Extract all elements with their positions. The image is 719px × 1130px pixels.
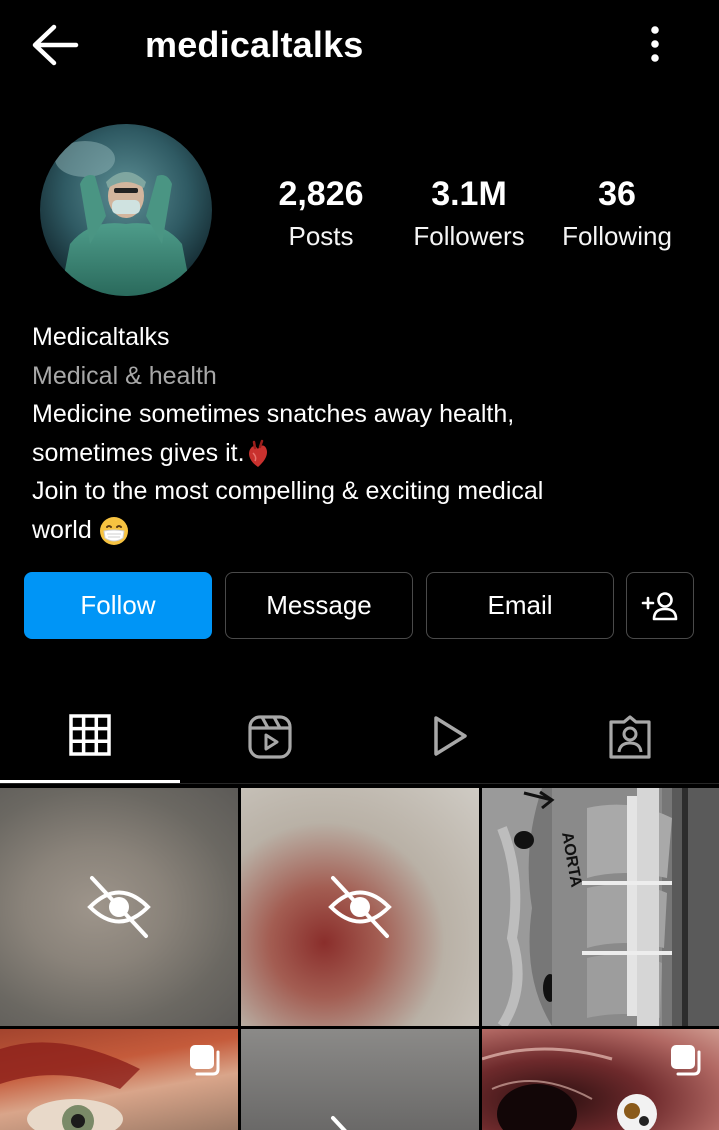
bio-line-2-wrap: sometimes gives it. (32, 434, 692, 473)
tab-reels[interactable] (180, 694, 360, 784)
hidden-content-icon (87, 876, 151, 938)
following-label: Following (562, 221, 672, 251)
profile-username: medicaltalks (145, 24, 364, 65)
bio-line-1: Medicine sometimes snatches away health, (32, 400, 515, 428)
tab-videos[interactable] (360, 694, 540, 784)
followers-label: Followers (413, 221, 525, 251)
posts-label: Posts (288, 221, 354, 251)
following-stat[interactable]: 36 Following (552, 172, 682, 256)
reels-icon (248, 715, 292, 759)
add-person-icon (641, 591, 678, 620)
following-count: 36 (598, 175, 636, 213)
bio-line-4-wrap: world (32, 511, 692, 550)
tab-tagged[interactable] (540, 694, 719, 784)
bio-line-4: world (32, 515, 92, 544)
message-button[interactable]: Message (225, 572, 413, 639)
bio-line-2: sometimes gives it. (32, 438, 245, 467)
more-options-icon[interactable] (640, 22, 670, 66)
profile-avatar[interactable] (40, 124, 212, 296)
tab-posts-grid[interactable] (0, 694, 180, 784)
multiple-photos-icon (671, 1045, 701, 1076)
grid-post-2[interactable] (241, 788, 479, 1026)
tabs-divider (0, 783, 719, 784)
grid-post-4[interactable] (0, 1029, 238, 1130)
profile-category: Medical & health (32, 361, 217, 390)
grid-icon (69, 714, 111, 756)
grid-post-1[interactable] (0, 788, 238, 1026)
hidden-content-icon (328, 876, 392, 938)
multiple-photos-icon (190, 1045, 220, 1076)
profile-tabs (0, 694, 719, 784)
suggested-users-button[interactable] (626, 572, 694, 639)
tagged-icon (609, 715, 651, 759)
grid-post-6[interactable] (482, 1029, 719, 1130)
video-play-icon (434, 716, 467, 756)
grid-post-3[interactable]: AORTA (482, 788, 719, 1026)
follow-button[interactable]: Follow (24, 572, 212, 639)
hidden-content-icon (331, 1116, 347, 1130)
anatomical-heart-emoji-icon (248, 439, 267, 467)
profile-display-name: Medicaltalks (32, 323, 170, 351)
bio-line-3: Join to the most compelling & exciting m… (32, 477, 544, 505)
back-arrow-icon[interactable] (30, 24, 80, 66)
grid-post-5[interactable] (241, 1029, 479, 1130)
face-with-mask-emoji-icon (99, 516, 128, 545)
followers-stat[interactable]: 3.1M Followers (404, 172, 534, 256)
profile-bio: Medicaltalks Medical & health Medicine s… (32, 318, 692, 549)
followers-count: 3.1M (431, 175, 507, 213)
posts-stat[interactable]: 2,826 Posts (262, 172, 380, 256)
ct-scan-image: AORTA (482, 788, 719, 1026)
posts-count: 2,826 (278, 175, 364, 213)
top-bar: medicaltalks (0, 0, 719, 88)
email-button[interactable]: Email (426, 572, 614, 639)
